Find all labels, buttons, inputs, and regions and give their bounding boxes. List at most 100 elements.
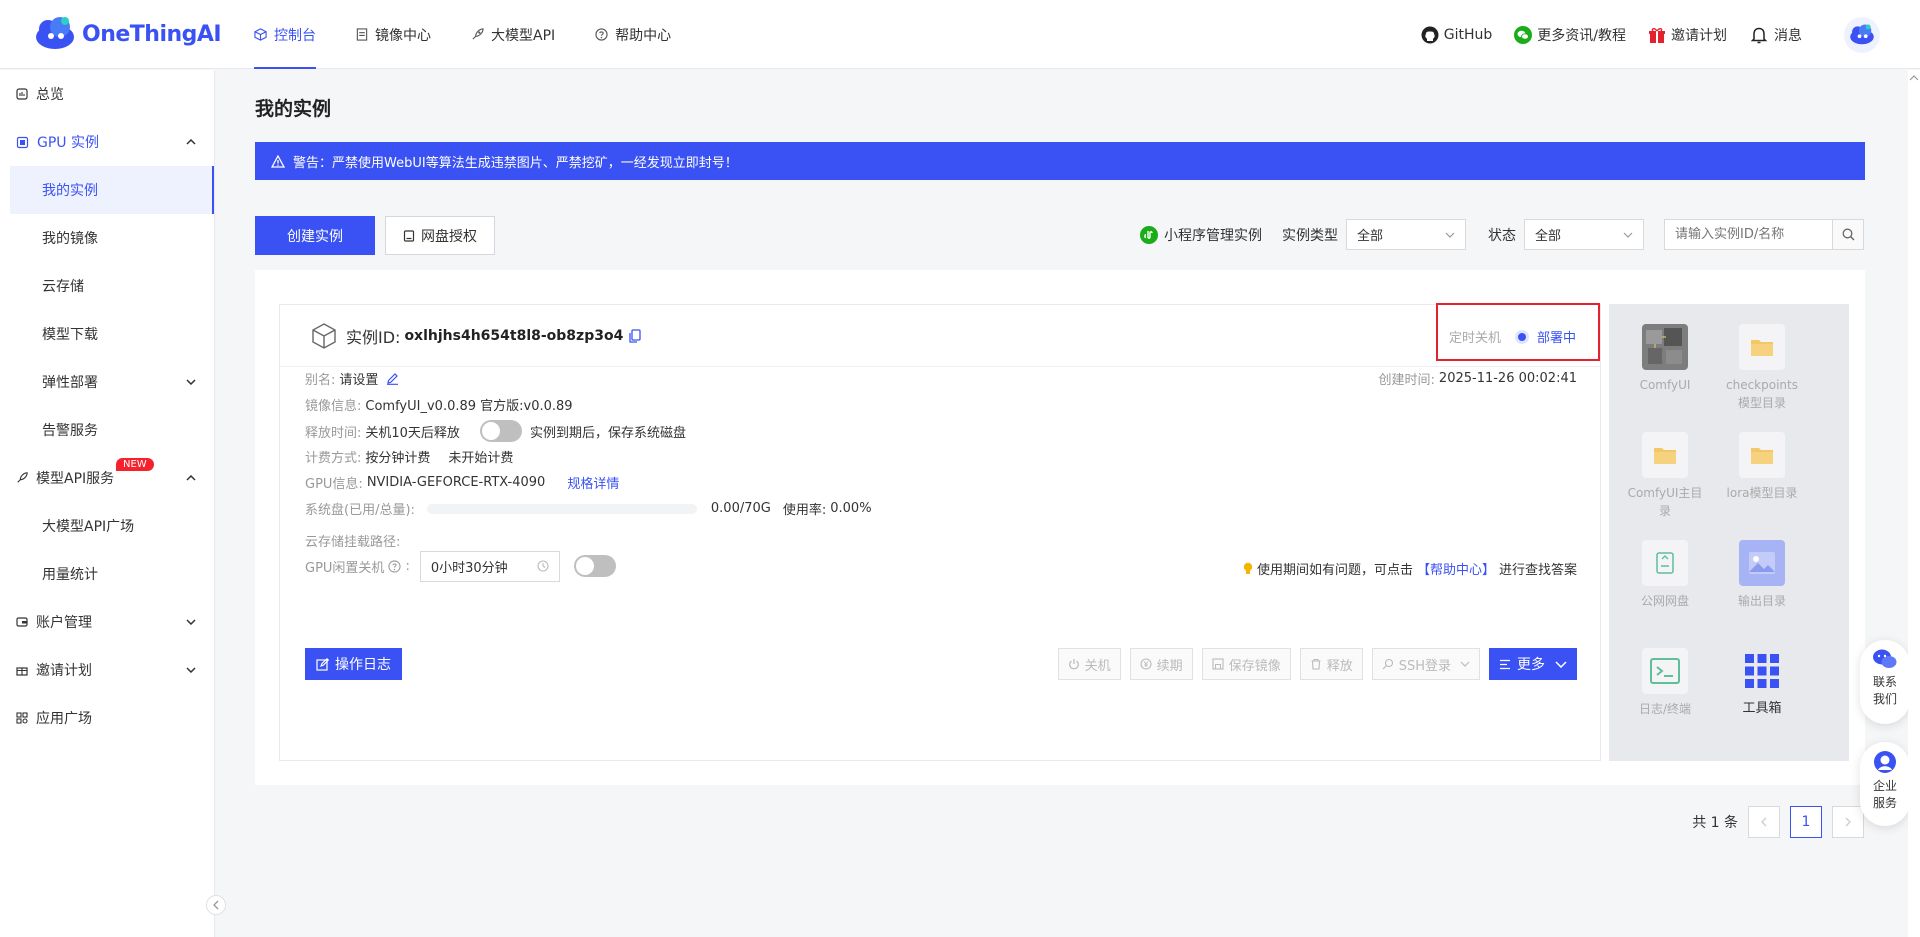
copy-icon[interactable] xyxy=(629,328,641,343)
release-button[interactable]: 释放 xyxy=(1299,648,1363,680)
help-center-link[interactable]: 【帮助中心】 xyxy=(1417,559,1495,578)
tool-checkpoints-label: checkpoints模型目录 xyxy=(1726,378,1798,410)
tool-checkpoints[interactable]: checkpoints模型目录 xyxy=(1722,324,1802,412)
next-page-button[interactable] xyxy=(1832,806,1864,838)
image-value: ComfyUI_v0.0.89 官方版:v0.0.89 xyxy=(365,399,573,414)
github-link[interactable]: GitHub xyxy=(1421,26,1492,44)
release-value: 关机10天后释放 xyxy=(365,425,460,441)
nav-console[interactable]: 控制台 xyxy=(254,0,316,69)
sidebar-item-my-images-label: 我的镜像 xyxy=(42,231,98,247)
sidebar-item-api-square[interactable]: 大模型API广场 xyxy=(0,502,214,550)
status-text: 部署中 xyxy=(1536,331,1576,346)
tool-lora[interactable]: lora模型目录 xyxy=(1722,432,1802,502)
status-select[interactable]: 全部 xyxy=(1524,219,1644,250)
nav-llm-api-label: 大模型API xyxy=(491,27,556,44)
mini-program-link[interactable]: 小程序管理实例 xyxy=(1140,225,1262,245)
release-toggle[interactable] xyxy=(479,420,522,442)
shutdown-button[interactable]: 关机 xyxy=(1057,648,1121,680)
nav-images-label: 镜像中心 xyxy=(375,27,431,44)
help-circle-icon xyxy=(595,28,608,41)
cube-icon xyxy=(254,28,267,41)
github-icon xyxy=(1421,26,1439,44)
sidebar-item-invite-label: 邀请计划 xyxy=(36,663,92,679)
sidebar-item-apps-label: 应用广场 xyxy=(36,711,92,727)
more-button[interactable]: 更多 xyxy=(1489,648,1577,680)
gpu-row: GPU信息: NVIDIA-GEFORCE-RTX-4090 规格详情 xyxy=(305,473,619,492)
sidebar-item-model-download-label: 模型下载 xyxy=(42,327,98,343)
messages-link[interactable]: 消息 xyxy=(1749,25,1802,45)
sidebar-item-overview[interactable]: 总览 xyxy=(0,70,214,118)
idle-time-value: 0小时30分钟 xyxy=(430,560,508,576)
sidebar-item-model-api[interactable]: 模型API服务 NEW xyxy=(0,454,214,502)
warning-banner: 警告：严禁使用WebUI等算法生成违禁图片、严禁挖矿，一经发现立即封号！ xyxy=(255,142,1865,180)
sidebar-item-elastic-deploy-label: 弹性部署 xyxy=(42,375,98,391)
sidebar-item-usage-stats[interactable]: 用量统计 xyxy=(0,550,214,598)
sidebar-item-model-download[interactable]: 模型下载 xyxy=(0,310,214,358)
page-number[interactable]: 1 xyxy=(1790,806,1822,838)
prev-page-button[interactable] xyxy=(1748,806,1780,838)
sidebar-item-invite[interactable]: 邀请计划 xyxy=(0,646,214,694)
idle-time-input[interactable]: 0小时30分钟 xyxy=(419,550,560,582)
nav-help[interactable]: 帮助中心 xyxy=(595,0,671,69)
status-dot xyxy=(1514,329,1529,344)
tool-comfyui-home[interactable]: ComfyUI主目录 xyxy=(1625,432,1705,520)
page-scrollbar[interactable] xyxy=(1908,70,1920,937)
search-box xyxy=(1664,219,1864,250)
sidebar-collapse-button[interactable] xyxy=(206,895,226,915)
ssh-login-button[interactable]: SSH登录 xyxy=(1371,648,1480,680)
nav-llm-api[interactable]: 大模型API xyxy=(471,0,555,69)
disk-progress-bar xyxy=(426,503,697,514)
power-icon xyxy=(1068,658,1080,670)
timer-shutdown-label[interactable]: 定时关机 xyxy=(1449,327,1501,346)
instance-type-select[interactable]: 全部 xyxy=(1346,219,1466,250)
invite-link[interactable]: 邀请计划 xyxy=(1648,25,1727,45)
idle-row: GPU闲置关机 : 0小时30分钟 xyxy=(305,550,616,582)
search-input[interactable] xyxy=(1664,219,1832,250)
wechat-link[interactable]: 更多资讯/教程 xyxy=(1514,25,1626,45)
instance-status: 定时关机 部署中 xyxy=(1449,327,1576,346)
search-button[interactable] xyxy=(1832,219,1864,250)
sidebar-item-account[interactable]: 账户管理 xyxy=(0,598,214,646)
nav-images[interactable]: 镜像中心 xyxy=(356,0,431,69)
idle-label: GPU闲置关机 xyxy=(305,560,385,576)
help-circle-icon[interactable] xyxy=(388,559,402,573)
wechat-icon xyxy=(1514,25,1533,44)
create-instance-button[interactable]: 创建实例 xyxy=(255,216,375,255)
sidebar-item-apps[interactable]: 应用广场 xyxy=(0,694,214,742)
tool-public-disk[interactable]: 公网网盘 xyxy=(1625,540,1705,610)
sidebar-item-alerts[interactable]: 告警服务 xyxy=(0,406,214,454)
tool-comfyui[interactable]: ComfyUI xyxy=(1625,324,1705,394)
billing-state: 未开始计费 xyxy=(448,451,514,466)
logo[interactable]: OneThingAI xyxy=(34,16,222,52)
sidebar-item-my-instances-label: 我的实例 xyxy=(42,183,98,199)
avatar[interactable] xyxy=(1844,16,1880,53)
sidebar-item-my-instances[interactable]: 我的实例 xyxy=(10,166,214,214)
tool-log-terminal[interactable]: 日志/终端 xyxy=(1625,648,1705,718)
created-value: 2025-11-26 00:02:41 xyxy=(1438,371,1577,386)
box-icon xyxy=(310,322,338,350)
idle-shutdown-toggle[interactable] xyxy=(573,555,616,577)
sidebar-item-cloud-storage[interactable]: 云存储 xyxy=(0,262,214,310)
contact-us-float[interactable]: 联系我们 xyxy=(1860,640,1910,724)
sidebar-item-cloud-storage-label: 云存储 xyxy=(42,279,84,295)
sidebar-item-my-images[interactable]: 我的镜像 xyxy=(0,214,214,262)
operation-log-button[interactable]: 操作日志 xyxy=(305,648,402,680)
save-image-label: 保存镜像 xyxy=(1228,658,1281,674)
gpu-spec-link[interactable]: 规格详情 xyxy=(567,473,619,492)
edit-icon[interactable] xyxy=(386,372,399,385)
release-label: 释放 xyxy=(1326,658,1353,674)
save-image-button[interactable]: 保存镜像 xyxy=(1201,648,1291,680)
instance-id-label: 实例ID: xyxy=(346,327,401,347)
renew-button[interactable]: 续期 xyxy=(1129,648,1193,680)
enterprise-service-float[interactable]: 企业服务 xyxy=(1860,742,1910,826)
sidebar-item-gpu[interactable]: GPU 实例 xyxy=(0,118,214,166)
instance-card: 实例ID: oxlhjhs4h654t8l8-ob8zp3o4 定时关机 部署中… xyxy=(279,303,1601,761)
apps-icon xyxy=(16,712,28,724)
sidebar-item-elastic-deploy[interactable]: 弹性部署 xyxy=(0,358,214,406)
operation-log-label: 操作日志 xyxy=(335,657,391,673)
tool-toolbox[interactable]: 工具箱 xyxy=(1722,648,1802,718)
sidebar-item-usage-stats-label: 用量统计 xyxy=(42,567,98,583)
instance-type-value: 全部 xyxy=(1357,229,1384,244)
disk-auth-button[interactable]: 网盘授权 xyxy=(385,216,495,255)
tool-output[interactable]: 输出目录 xyxy=(1722,540,1802,610)
